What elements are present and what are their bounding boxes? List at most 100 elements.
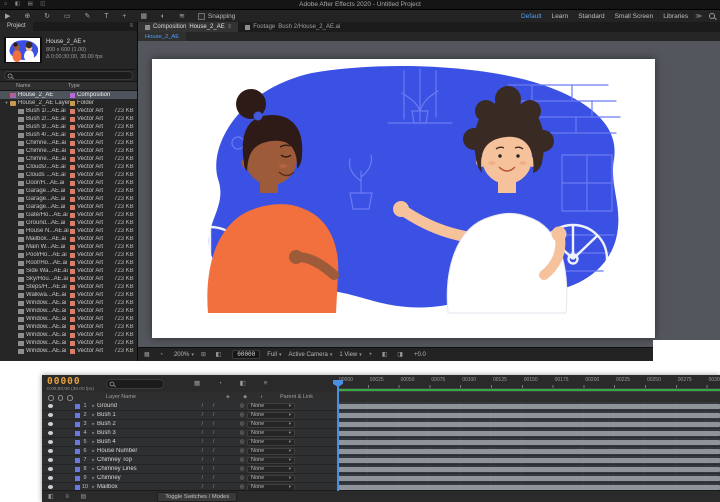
composition-viewer[interactable] bbox=[138, 41, 720, 348]
layer-name[interactable]: Chimney Lines bbox=[97, 466, 179, 472]
visibility-eye-icon[interactable] bbox=[48, 440, 53, 444]
expand-arrow-icon[interactable]: ▸ bbox=[90, 430, 97, 436]
project-item-row[interactable]: Bush 3/...AE.ai Vector Art 723 KB bbox=[0, 123, 137, 131]
column-type[interactable]: Type bbox=[68, 83, 80, 89]
workspace-tab[interactable]: Small Screen bbox=[615, 13, 654, 20]
project-item-row[interactable]: Garage...AE.ai Vector Art 723 KB bbox=[0, 203, 137, 211]
layer-name[interactable]: Bush 1 bbox=[97, 412, 179, 418]
project-item-row[interactable]: Clouds ...AE.ai Vector Art 723 KB bbox=[0, 171, 137, 179]
layer-duration-bar[interactable] bbox=[337, 431, 720, 436]
project-item-row[interactable]: Window...AE.ai Vector Art 723 KB bbox=[0, 307, 137, 315]
quality-icon[interactable]: / bbox=[213, 457, 214, 463]
project-item-row[interactable]: Window...AE.ai Vector Art 723 KB bbox=[0, 315, 137, 323]
visibility-eye-icon[interactable] bbox=[48, 413, 53, 417]
project-item-row[interactable]: Bush 2/...AE.ai Vector Art 723 KB bbox=[0, 115, 137, 123]
layer-track[interactable] bbox=[337, 447, 720, 456]
layer-track[interactable] bbox=[337, 420, 720, 429]
project-item-row[interactable]: Chimne...AE.ai Vector Art 723 KB bbox=[0, 139, 137, 147]
footer-icons[interactable]: ◧ ≡ ▤ bbox=[48, 493, 91, 500]
layer-track[interactable] bbox=[337, 438, 720, 447]
continuously-rasterize-icon[interactable]: / bbox=[202, 466, 203, 472]
layer-name[interactable]: Bush 4 bbox=[97, 439, 179, 445]
layer-name[interactable]: House Number bbox=[97, 448, 179, 454]
layer-duration-bar[interactable] bbox=[337, 467, 720, 472]
parent-dropdown[interactable]: None ▾ bbox=[247, 475, 295, 482]
timeline-layer-row[interactable]: 4 ▸ Bush 3 / / ◎ None ▾ bbox=[42, 429, 720, 438]
timeline-layer-row[interactable]: 8 ▸ Chimney Lines / / ◎ None ▾ bbox=[42, 465, 720, 474]
viewer-mid-icons[interactable]: ⊞ ◧ bbox=[201, 351, 225, 358]
tab-composition[interactable]: Composition House_2_AE ≡ bbox=[138, 22, 238, 32]
parent-dropdown[interactable]: None ▾ bbox=[247, 412, 295, 419]
quality-icon[interactable]: / bbox=[213, 412, 214, 418]
layer-track[interactable] bbox=[337, 402, 720, 411]
workspace-tab[interactable]: Libraries bbox=[663, 13, 688, 20]
continuously-rasterize-icon[interactable]: / bbox=[202, 421, 203, 427]
layer-name[interactable]: Ground bbox=[97, 403, 179, 409]
project-item-row[interactable]: House_2_AE Composition bbox=[0, 91, 137, 99]
project-item-row[interactable]: House N...AE.ai Vector Art 723 KB bbox=[0, 227, 137, 235]
timeline-search-input[interactable] bbox=[106, 379, 164, 389]
continuously-rasterize-icon[interactable]: / bbox=[202, 448, 203, 454]
layer-name[interactable]: Bush 3 bbox=[97, 430, 179, 436]
visibility-eye-icon[interactable] bbox=[48, 422, 53, 426]
project-item-row[interactable]: Pool/Ho...AE.ai Vector Art 723 KB bbox=[0, 251, 137, 259]
expand-arrow-icon[interactable]: ▸ bbox=[90, 412, 97, 418]
panel-menu-icon[interactable]: ≡ bbox=[228, 24, 232, 30]
composition-thumbnail[interactable] bbox=[4, 37, 42, 63]
viewer-subtab[interactable]: House_2_AE bbox=[138, 32, 186, 41]
time-ruler[interactable]: 0000000025000500007500100001250015000175… bbox=[337, 375, 720, 393]
layer-name[interactable]: Bush 2 bbox=[97, 421, 179, 427]
project-item-row[interactable]: Sky/Hou...AE.ai Vector Art 723 KB bbox=[0, 275, 137, 283]
parent-dropdown[interactable]: None ▾ bbox=[247, 448, 295, 455]
project-item-row[interactable]: Walkwa...AE.ai Vector Art 723 KB bbox=[0, 291, 137, 299]
pickwhip-icon[interactable]: ◎ bbox=[237, 439, 247, 445]
search-icon[interactable] bbox=[709, 13, 715, 19]
timeline-layer-row[interactable]: 5 ▸ Bush 4 / / ◎ None ▾ bbox=[42, 438, 720, 447]
visibility-eye-icon[interactable] bbox=[48, 431, 53, 435]
pickwhip-icon[interactable]: ◎ bbox=[237, 448, 247, 454]
tab-footage[interactable]: Footage Bush 2/House_2_AE.ai bbox=[238, 22, 347, 32]
quality-icon[interactable]: / bbox=[213, 430, 214, 436]
project-item-row[interactable]: Side Wa...AE.ai Vector Art 723 KB bbox=[0, 267, 137, 275]
layer-track[interactable] bbox=[337, 474, 720, 483]
workspace-tab[interactable]: Standard bbox=[578, 13, 604, 20]
pickwhip-icon[interactable]: ◎ bbox=[237, 403, 247, 409]
project-item-row[interactable]: Mailbox...AE.ai Vector Art 723 KB bbox=[0, 235, 137, 243]
layer-switches[interactable]: / / bbox=[179, 457, 237, 463]
visibility-eye-icon[interactable] bbox=[48, 404, 53, 408]
project-item-row[interactable]: Window...AE.ai Vector Art 723 KB bbox=[0, 339, 137, 347]
tool-icons[interactable]: ▶ ⊕ ↻ ▭ ✎ T + ▦ ◐ ≋ bbox=[5, 12, 191, 20]
toggle-switches-modes-button[interactable]: Toggle Switches / Modes bbox=[157, 492, 237, 502]
expand-arrow-icon[interactable]: ▸ bbox=[90, 439, 97, 445]
expand-arrow-icon[interactable]: ▸ bbox=[90, 457, 97, 463]
continuously-rasterize-icon[interactable]: / bbox=[202, 430, 203, 436]
project-item-row[interactable]: Clouds/...AE.ai Vector Art 723 KB bbox=[0, 163, 137, 171]
layer-switches[interactable]: / / bbox=[179, 448, 237, 454]
parent-dropdown[interactable]: None ▾ bbox=[247, 466, 295, 473]
parent-dropdown[interactable]: None ▾ bbox=[247, 421, 295, 428]
column-name[interactable]: Name bbox=[16, 83, 68, 89]
project-item-list[interactable]: House_2_AE Composition House_2_AE Layers… bbox=[0, 91, 137, 361]
layer-track[interactable] bbox=[337, 465, 720, 474]
layer-duration-bar[interactable] bbox=[337, 476, 720, 481]
pickwhip-icon[interactable]: ◎ bbox=[237, 430, 247, 436]
quality-icon[interactable]: / bbox=[213, 448, 214, 454]
layer-name[interactable]: Chimney bbox=[97, 475, 179, 481]
quality-icon[interactable]: / bbox=[213, 439, 214, 445]
camera-select[interactable]: Active Camera ▾ bbox=[288, 352, 332, 358]
playhead-line[interactable] bbox=[337, 381, 339, 491]
project-item-row[interactable]: Chimne...AE.ai Vector Art 723 KB bbox=[0, 155, 137, 163]
parent-dropdown[interactable]: None ▾ bbox=[247, 403, 295, 410]
resolution-select[interactable]: Full ▾ bbox=[267, 352, 281, 358]
layer-switches[interactable]: / / bbox=[179, 466, 237, 472]
viewer-right-icons[interactable]: + ◧ ◨ bbox=[369, 351, 407, 358]
visibility-eye-icon[interactable] bbox=[48, 485, 53, 489]
project-item-row[interactable]: Main W...AE.ai Vector Art 723 KB bbox=[0, 243, 137, 251]
workspace-tab[interactable]: Default bbox=[521, 13, 542, 20]
viewer-frame-field[interactable]: 00000 bbox=[232, 350, 260, 359]
timeline-layer-row[interactable]: 9 ▸ Chimney / / ◎ None ▾ bbox=[42, 474, 720, 483]
layer-switches[interactable]: / / bbox=[179, 403, 237, 409]
project-item-row[interactable]: Gate/Ho...AE.ai Vector Art 723 KB bbox=[0, 211, 137, 219]
column-parent-link[interactable]: Parent & Link bbox=[280, 394, 313, 400]
pickwhip-icon[interactable]: ◎ bbox=[237, 466, 247, 472]
